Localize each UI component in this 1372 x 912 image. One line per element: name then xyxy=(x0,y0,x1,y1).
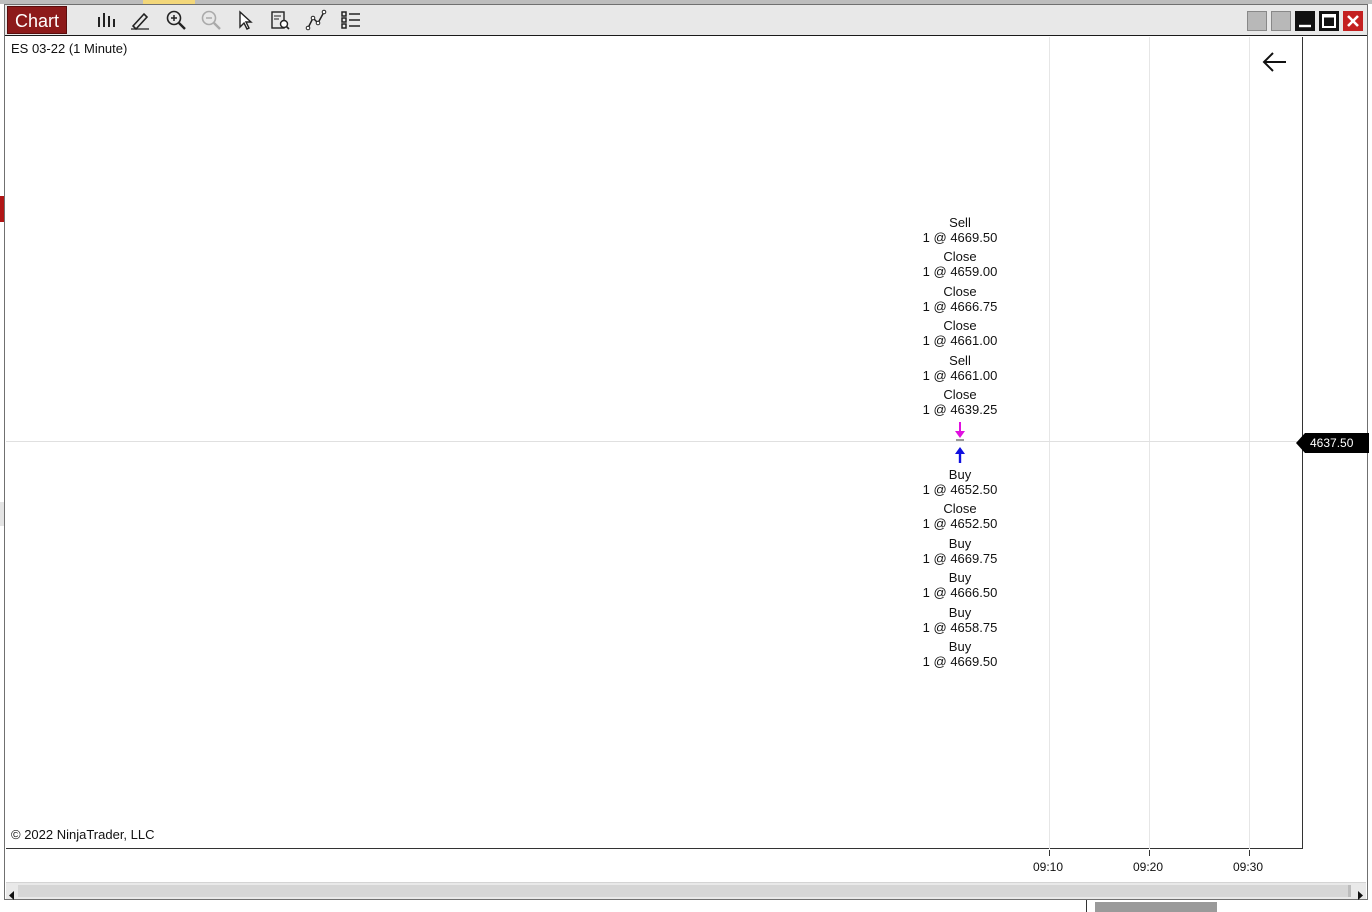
buy-marker-icon[interactable] xyxy=(953,445,967,465)
scrollbar-thumb[interactable] xyxy=(18,885,1348,897)
scroll-left-icon[interactable] xyxy=(8,887,16,900)
scrollbar-thumb-edge[interactable] xyxy=(1348,885,1351,897)
execution-label[interactable]: Close 1 @ 4666.75 xyxy=(906,284,1014,318)
background-window-panel xyxy=(1095,902,1217,912)
time-axis-label: 09:20 xyxy=(1133,860,1164,874)
instrument-label: ES 03-22 (1 Minute) xyxy=(11,41,128,56)
zoom-in-icon[interactable] xyxy=(163,8,189,32)
chart-tab[interactable]: Chart xyxy=(7,6,67,34)
back-arrow-icon[interactable] xyxy=(1261,51,1289,73)
scroll-right-icon[interactable] xyxy=(1356,887,1364,900)
sell-marker-icon[interactable] xyxy=(953,421,967,441)
execution-label[interactable]: Close 1 @ 4661.00 xyxy=(906,318,1014,352)
current-price-line xyxy=(6,441,1303,442)
pencil-icon[interactable] xyxy=(127,8,153,32)
horizontal-scrollbar[interactable] xyxy=(6,882,1366,900)
copyright-text: © 2022 NinjaTrader, LLC xyxy=(11,827,155,842)
chart-panel[interactable]: ES 03-22 (1 Minute) Sell 1 @ 4669.50 Clos… xyxy=(6,37,1303,849)
time-axis-label: 09:10 xyxy=(1033,860,1064,874)
execution-label[interactable]: Close 1 @ 4652.50 xyxy=(906,501,1014,535)
time-tick xyxy=(1149,850,1150,856)
buy-executions: Buy 1 @ 4652.50 Close 1 @ 4652.50 Buy 1 @ 4… xyxy=(906,467,1014,673)
grid-line xyxy=(1249,37,1250,849)
zoom-out-icon[interactable] xyxy=(198,8,224,32)
instrument-link-button[interactable] xyxy=(1271,11,1291,31)
execution-label[interactable]: Buy 1 @ 4669.75 xyxy=(906,536,1014,570)
execution-label[interactable]: Buy 1 @ 4666.50 xyxy=(906,570,1014,604)
grid-line xyxy=(1049,37,1050,849)
current-price-value: 4637.50 xyxy=(1310,436,1354,450)
execution-label[interactable]: Close 1 @ 4639.25 xyxy=(906,387,1014,421)
strategy-icon[interactable] xyxy=(303,8,329,32)
execution-label[interactable]: Sell 1 @ 4661.00 xyxy=(906,353,1014,387)
title-bar[interactable]: Chart xyxy=(5,5,1367,36)
execution-label[interactable]: Buy 1 @ 4669.50 xyxy=(906,639,1014,673)
time-tick xyxy=(1049,850,1050,856)
bar-chart-icon[interactable] xyxy=(93,8,119,32)
execution-label[interactable]: Buy 1 @ 4658.75 xyxy=(906,605,1014,639)
chart-window: Chart ES 03-22 (1 Minute) Sell 1 @ 4669.… xyxy=(4,4,1369,900)
current-price-tag: 4637.50 xyxy=(1296,433,1369,453)
sell-executions: Sell 1 @ 4669.50 Close 1 @ 4659.00 Close 1 … xyxy=(906,215,1014,421)
minimize-button[interactable] xyxy=(1295,11,1315,31)
pointer-icon[interactable] xyxy=(232,8,258,32)
execution-label[interactable]: Buy 1 @ 4652.50 xyxy=(906,467,1014,501)
execution-label[interactable]: Close 1 @ 4659.00 xyxy=(906,249,1014,283)
close-button[interactable] xyxy=(1343,11,1363,31)
link-button[interactable] xyxy=(1247,11,1267,31)
data-box-icon[interactable] xyxy=(267,8,293,32)
grid-line xyxy=(1149,37,1150,849)
maximize-button[interactable] xyxy=(1319,11,1339,31)
time-axis-label: 09:30 xyxy=(1233,860,1264,874)
execution-label[interactable]: Sell 1 @ 4669.50 xyxy=(906,215,1014,249)
properties-list-icon[interactable] xyxy=(338,8,364,32)
time-tick xyxy=(1249,850,1250,856)
